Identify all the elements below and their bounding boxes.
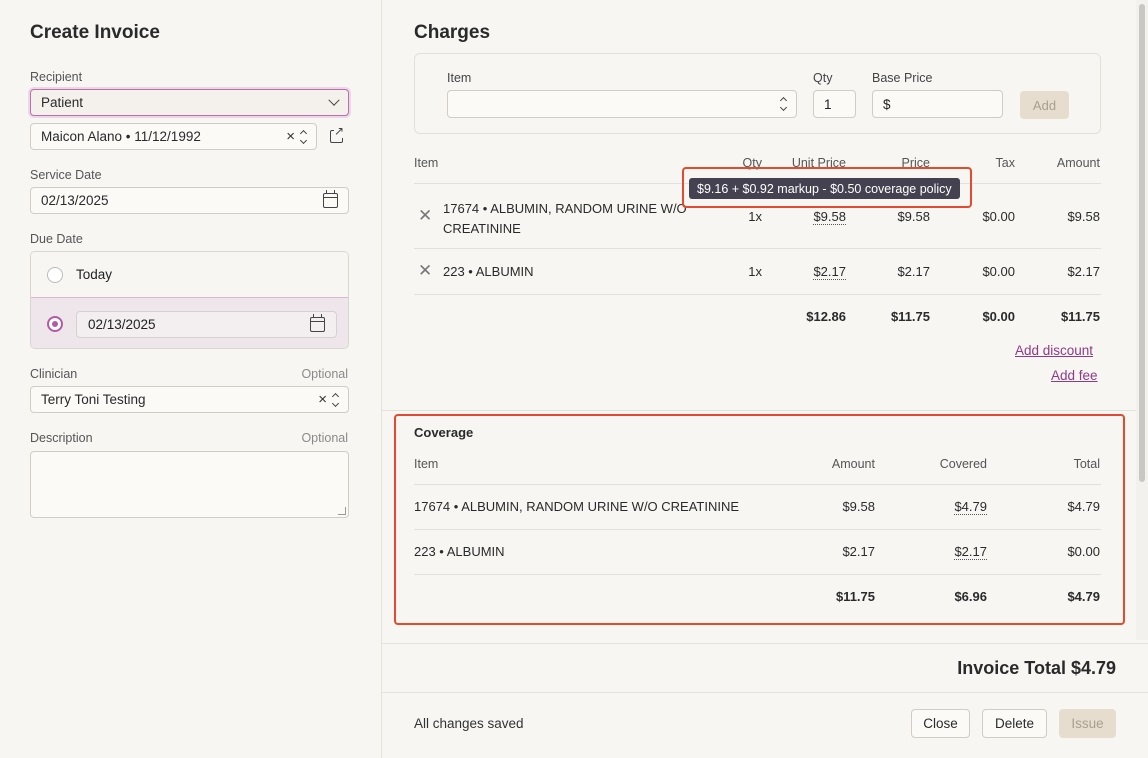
due-today-label: Today bbox=[76, 267, 113, 282]
add-fee-link[interactable]: Add fee bbox=[1051, 368, 1098, 383]
item-label: Item bbox=[447, 71, 472, 85]
due-date-options: Today 02/13/2025 bbox=[30, 251, 349, 349]
total-price: $11.75 bbox=[890, 309, 930, 324]
due-date-input[interactable]: 02/13/2025 bbox=[76, 310, 337, 338]
col-amount: Amount bbox=[1056, 156, 1100, 170]
unit-price-value[interactable]: $2.17 bbox=[813, 264, 846, 280]
up-down-icon bbox=[331, 392, 340, 407]
base-price-prefix: $ bbox=[883, 96, 891, 112]
due-today-option[interactable]: Today bbox=[31, 252, 348, 297]
external-link-icon[interactable] bbox=[330, 124, 345, 143]
invoice-form-panel: Create Invoice Recipient Patient Maicon … bbox=[0, 0, 382, 758]
recipient-value: Patient bbox=[41, 95, 84, 110]
calendar-icon[interactable] bbox=[323, 190, 338, 208]
scrollbar-thumb[interactable] bbox=[1139, 4, 1145, 482]
charges-title: Charges bbox=[414, 22, 491, 43]
total-amount: $11.75 bbox=[1060, 309, 1100, 324]
total-unit-price: $12.86 bbox=[806, 309, 846, 324]
add-charge-form: Item Qty 1 Base Price $ Add bbox=[414, 53, 1101, 134]
charge-price: $9.58 bbox=[897, 209, 930, 224]
calendar-icon[interactable] bbox=[310, 313, 325, 332]
close-button[interactable]: Close bbox=[911, 709, 970, 738]
due-custom-option[interactable]: 02/13/2025 bbox=[31, 297, 348, 348]
chevron-down-icon bbox=[328, 94, 340, 106]
issue-button[interactable]: Issue bbox=[1059, 709, 1116, 738]
charge-item-line2: CREATININE bbox=[443, 221, 521, 236]
invoice-total-bar: Invoice Total $4.79 bbox=[382, 643, 1148, 693]
clinician-label: Clinician bbox=[30, 367, 78, 381]
charge-unit-price[interactable]: $9.58 bbox=[766, 209, 846, 225]
add-charge-button[interactable]: Add bbox=[1020, 91, 1069, 119]
patient-value: Maicon Alano • 11/12/1992 bbox=[41, 129, 201, 144]
service-date-value: 02/13/2025 bbox=[41, 193, 109, 208]
due-today-radio[interactable] bbox=[47, 266, 63, 283]
charge-amount: $9.58 bbox=[1067, 209, 1100, 224]
due-custom-radio[interactable] bbox=[47, 316, 63, 332]
invoice-total: Invoice Total $4.79 bbox=[957, 658, 1116, 678]
page-title: Create Invoice bbox=[30, 22, 160, 43]
clinician-select[interactable]: Terry Toni Testing × bbox=[30, 386, 349, 413]
clinician-optional: Optional bbox=[301, 367, 348, 381]
charge-item: 223 • ALBUMIN bbox=[443, 264, 534, 279]
clinician-value: Terry Toni Testing bbox=[41, 392, 146, 407]
clear-icon[interactable]: × bbox=[286, 129, 295, 144]
charge-qty: 1x bbox=[748, 264, 762, 279]
qty-input[interactable]: 1 bbox=[813, 90, 856, 118]
unit-price-value[interactable]: $9.58 bbox=[813, 209, 846, 225]
charge-item: 17674 • ALBUMIN, RANDOM URINE W/O CREATI… bbox=[443, 199, 703, 239]
item-select[interactable] bbox=[447, 90, 797, 118]
save-status: All changes saved bbox=[414, 716, 524, 731]
recipient-label: Recipient bbox=[30, 70, 83, 84]
charge-item-line1: 17674 • ALBUMIN, RANDOM URINE W/O bbox=[443, 201, 687, 216]
charge-qty: 1x bbox=[748, 209, 762, 224]
description-label: Description bbox=[30, 431, 93, 445]
remove-row-icon[interactable]: ✕ bbox=[418, 262, 432, 279]
up-down-icon bbox=[779, 96, 788, 112]
service-date-input[interactable]: 02/13/2025 bbox=[30, 187, 349, 214]
scrollbar[interactable] bbox=[1136, 0, 1148, 640]
due-date-value: 02/13/2025 bbox=[88, 316, 156, 332]
qty-value: 1 bbox=[824, 96, 832, 112]
charge-unit-price[interactable]: $2.17 bbox=[766, 264, 846, 280]
total-tax: $0.00 bbox=[982, 309, 1015, 324]
charge-price: $2.17 bbox=[897, 264, 930, 279]
clear-icon[interactable]: × bbox=[318, 392, 327, 407]
base-price-input[interactable]: $ bbox=[872, 90, 1003, 118]
charge-tax: $0.00 bbox=[982, 264, 1015, 279]
description-textarea[interactable] bbox=[30, 451, 349, 518]
base-price-label: Base Price bbox=[872, 71, 933, 85]
highlight-box bbox=[682, 167, 972, 208]
due-date-label: Due Date bbox=[30, 232, 83, 246]
description-optional: Optional bbox=[301, 431, 348, 445]
highlight-box bbox=[394, 414, 1125, 625]
divider bbox=[414, 294, 1101, 295]
add-discount-link[interactable]: Add discount bbox=[1015, 343, 1093, 358]
patient-select[interactable]: Maicon Alano • 11/12/1992 × bbox=[30, 123, 317, 150]
service-date-label: Service Date bbox=[30, 168, 102, 182]
charges-panel: Charges Item Qty 1 Base Price $ Add Item… bbox=[382, 0, 1148, 758]
qty-label: Qty bbox=[813, 71, 833, 85]
divider bbox=[414, 248, 1101, 249]
col-item: Item bbox=[414, 156, 439, 170]
delete-button[interactable]: Delete bbox=[982, 709, 1047, 738]
up-down-icon bbox=[299, 129, 308, 144]
charge-amount: $2.17 bbox=[1067, 264, 1100, 279]
charge-tax: $0.00 bbox=[982, 209, 1015, 224]
recipient-select[interactable]: Patient bbox=[30, 89, 349, 116]
remove-row-icon[interactable]: ✕ bbox=[418, 207, 432, 224]
